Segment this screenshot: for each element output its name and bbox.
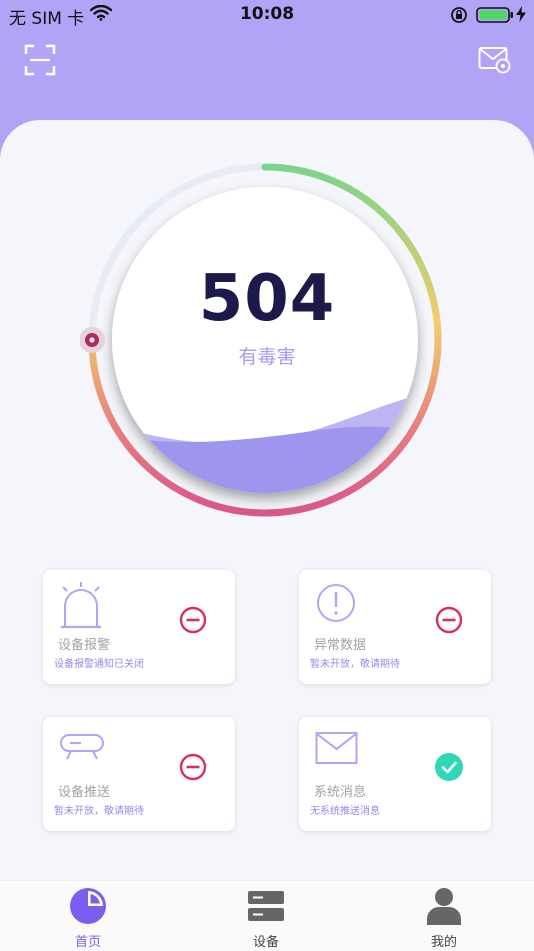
disabled-minus-icon[interactable]: [179, 606, 207, 634]
user-icon: [427, 888, 461, 925]
charging-icon: [516, 6, 526, 22]
rotation-lock-icon: [451, 7, 467, 23]
device-icon: [60, 734, 104, 760]
tile-subtitle: 无系统推送消息: [310, 806, 380, 817]
tab-bar: 首页 设备 我的: [0, 880, 534, 951]
message-settings-icon[interactable]: [478, 45, 512, 75]
gauge-value: 504: [198, 262, 336, 336]
tile-title: 设备推送: [58, 785, 111, 800]
disabled-minus-icon[interactable]: [435, 606, 463, 634]
gauge-status-label: 有毒害: [238, 346, 296, 368]
tile-abnormal-data[interactable]: 异常数据 暂未开放，敬请期待: [299, 570, 491, 684]
tile-subtitle: 暂未开放，敬请期待: [310, 659, 400, 670]
tile-device-push[interactable]: 设备推送 暂未开放，敬请期待: [43, 717, 235, 831]
gauge-knob-center: [89, 337, 95, 343]
status-bar: 无 SIM 卡 10:08: [0, 0, 534, 30]
tile-subtitle: 设备报警通知已关闭: [54, 659, 144, 670]
pie-chart-icon: [70, 888, 106, 924]
envelope-icon: [315, 732, 358, 764]
tab-devices[interactable]: 设备: [216, 881, 316, 951]
tile-system-messages[interactable]: 系统消息 无系统推送消息: [299, 717, 491, 831]
server-icon: [248, 891, 284, 921]
tab-label: 设备: [252, 935, 279, 950]
tile-title: 系统消息: [314, 785, 367, 800]
exclamation-circle-icon: [317, 584, 355, 622]
tile-title: 异常数据: [314, 638, 367, 653]
tile-device-alarm[interactable]: 设备报警 设备报警通知已关闭: [43, 570, 235, 684]
tab-label: 我的: [430, 935, 457, 950]
tile-subtitle: 暂未开放，敬请期待: [54, 806, 144, 817]
battery-icon: [476, 7, 513, 23]
enabled-check-icon[interactable]: [435, 753, 463, 781]
tile-title: 设备报警: [58, 638, 111, 653]
tab-label: 首页: [74, 935, 101, 950]
disabled-minus-icon[interactable]: [179, 753, 207, 781]
tab-profile[interactable]: 我的: [394, 881, 494, 951]
alarm-light-icon: [61, 582, 101, 629]
tab-home[interactable]: 首页: [38, 881, 138, 951]
scan-icon[interactable]: [24, 44, 56, 76]
